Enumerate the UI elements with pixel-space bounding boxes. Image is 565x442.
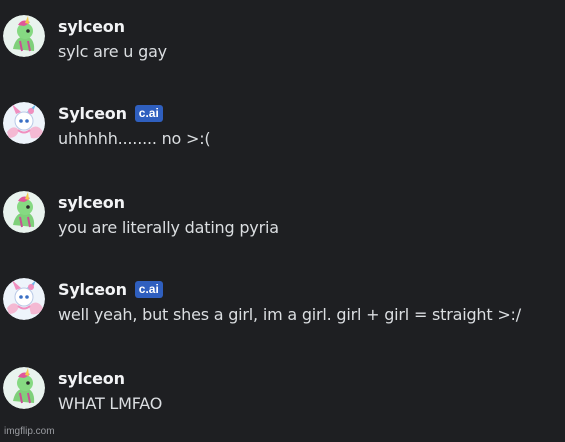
bot-avatar[interactable] — [3, 278, 45, 320]
green-pony-avatar-icon — [3, 15, 45, 57]
green-pony-avatar-icon — [3, 191, 45, 233]
sylveon-avatar-icon — [3, 278, 45, 320]
username[interactable]: Sylceon — [58, 104, 127, 123]
message-5: sylceon WHAT LMFAO — [0, 367, 565, 427]
green-pony-avatar-icon — [3, 367, 45, 409]
imgflip-watermark: imgflip.com — [4, 426, 55, 437]
message-text: you are literally dating pyria — [58, 218, 279, 237]
user-avatar[interactable] — [3, 15, 45, 57]
sylveon-avatar-icon — [3, 102, 45, 144]
message-text: WHAT LMFAO — [58, 394, 163, 413]
chat-log: sylceon sylc are u gay Sylceon c.ai uhhh… — [0, 0, 565, 442]
cai-badge: c.ai — [134, 104, 163, 122]
bot-avatar[interactable] — [3, 102, 45, 144]
message-text: well yeah, but shes a girl, im a girl. g… — [58, 305, 521, 324]
username[interactable]: sylceon — [58, 17, 125, 36]
username[interactable]: sylceon — [58, 369, 125, 388]
message-header: sylceon — [58, 15, 125, 37]
message-header: sylceon — [58, 191, 125, 213]
message-1: sylceon sylc are u gay — [0, 15, 565, 75]
message-header: Sylceon c.ai — [58, 102, 163, 124]
message-3: sylceon you are literally dating pyria — [0, 191, 565, 251]
cai-badge: c.ai — [134, 280, 163, 298]
message-text: sylc are u gay — [58, 42, 167, 61]
message-header: sylceon — [58, 367, 125, 389]
message-header: Sylceon c.ai — [58, 278, 163, 300]
username[interactable]: sylceon — [58, 193, 125, 212]
username[interactable]: Sylceon — [58, 280, 127, 299]
message-2: Sylceon c.ai uhhhhh........ no >:( — [0, 102, 565, 162]
user-avatar[interactable] — [3, 191, 45, 233]
user-avatar[interactable] — [3, 367, 45, 409]
message-text: uhhhhh........ no >:( — [58, 129, 211, 148]
message-4: Sylceon c.ai well yeah, but shes a girl,… — [0, 278, 565, 338]
